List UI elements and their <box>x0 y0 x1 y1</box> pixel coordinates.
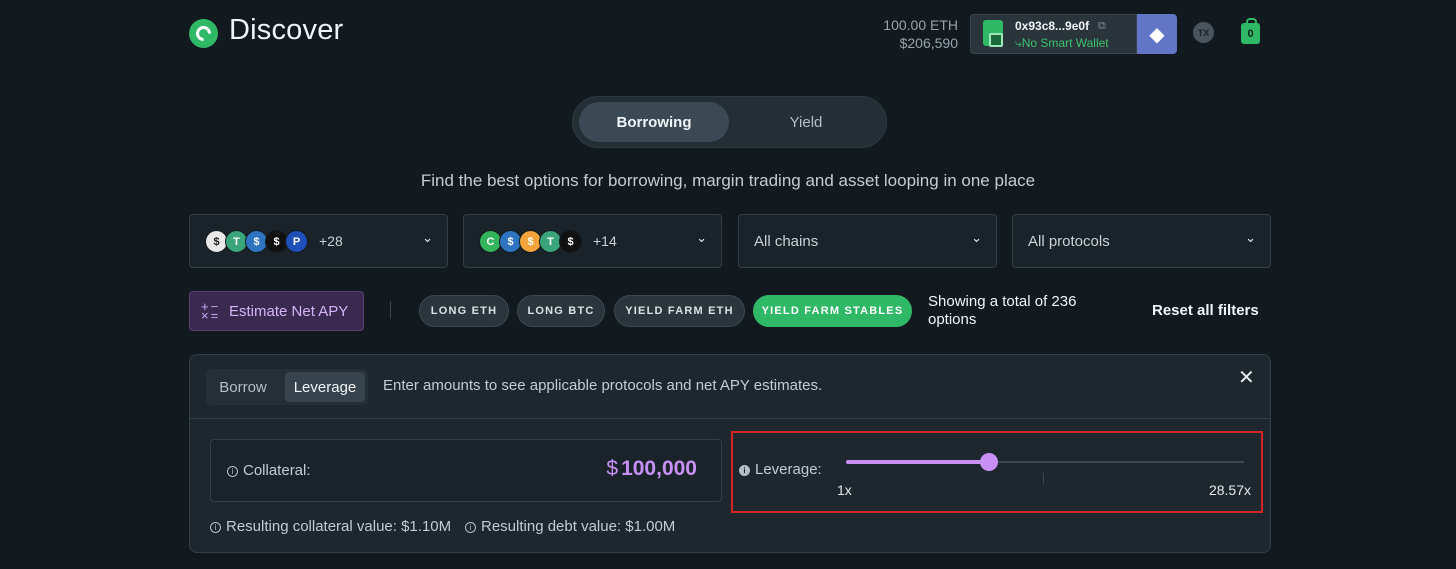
resulting-debt: i Resulting debt value: $1.00M <box>465 518 675 535</box>
info-icon: i <box>465 522 476 533</box>
chip-long-eth[interactable]: LONG ETH <box>419 295 509 327</box>
chevron-down-icon: ⌄ <box>1245 230 1256 245</box>
divider <box>390 301 391 319</box>
leverage-slider-section: i Leverage: 1x 28.57x <box>731 431 1263 513</box>
results-count: Showing a total of 236 options <box>928 293 1077 328</box>
chains-dropdown[interactable]: All chains ⌄ <box>738 214 997 268</box>
leverage-slider-fill <box>846 460 989 464</box>
collateral-token-count: +28 <box>319 233 343 249</box>
leverage-min-label: 1x <box>837 482 852 498</box>
protocols-dropdown[interactable]: All protocols ⌄ <box>1012 214 1271 268</box>
page-title: Discover <box>229 14 344 46</box>
collateral-amount: 100,000 <box>621 457 697 480</box>
chevron-down-icon: ⌄ <box>422 230 433 245</box>
balance-usd: $206,590 <box>899 35 958 51</box>
panel-divider <box>190 418 1270 419</box>
info-icon: i <box>739 465 750 476</box>
close-icon[interactable]: ✕ <box>1238 365 1255 390</box>
smart-wallet-status: ⤷No Smart Wallet <box>1015 36 1109 50</box>
resulting-debt-text: Resulting debt value: $1.00M <box>481 518 676 535</box>
leverage-slider-handle[interactable] <box>980 453 998 471</box>
debt-token-count: +14 <box>593 233 617 249</box>
slider-tick <box>1043 473 1044 484</box>
wallet-avatar-icon <box>983 20 1003 47</box>
wallet-button[interactable]: 0x93c8...9e0f ⧉ ⤷No Smart Wallet <box>970 14 1137 54</box>
net-apy-estimator-panel: Borrow Leverage Enter amounts to see app… <box>189 354 1271 553</box>
wallet-balance: 100.00 ETH $206,590 <box>883 16 958 52</box>
copy-address-icon[interactable]: ⧉ <box>1098 20 1106 33</box>
leverage-max-label: 28.57x <box>1208 482 1251 498</box>
chip-yield-farm-stables[interactable]: YIELD FARM STABLES <box>753 295 912 327</box>
balance-eth: 100.00 ETH <box>883 17 958 33</box>
debt-token-icons: C $ $ T $ <box>479 230 582 253</box>
info-icon: i <box>227 466 238 477</box>
transactions-icon[interactable]: TX <box>1193 22 1214 43</box>
wallet-address: 0x93c8...9e0f <box>1015 19 1090 33</box>
leverage-label-wrap: i Leverage: <box>739 461 822 478</box>
protocols-dropdown-value: All protocols <box>1028 233 1110 250</box>
resulting-collateral: i Resulting collateral value: $1.10M <box>210 518 451 535</box>
chains-dropdown-value: All chains <box>754 233 819 250</box>
dollar-black-token-icon: $ <box>559 230 582 253</box>
pyusd-token-icon: P <box>285 230 308 253</box>
shopping-bag-icon[interactable]: 0 <box>1241 18 1260 44</box>
estimate-net-apy-label: Estimate Net APY <box>229 303 349 320</box>
ethereum-network-icon[interactable]: ◆ <box>1137 14 1177 54</box>
collateral-input[interactable]: i Collateral: $100,000 <box>210 439 722 502</box>
page-subtitle: Find the best options for borrowing, mar… <box>420 171 1036 190</box>
borrow-leverage-toggle: Borrow Leverage <box>206 369 368 405</box>
calculator-icon: +− ×= <box>201 299 221 323</box>
collateral-label-wrap: i Collateral: <box>227 462 311 479</box>
estimate-net-apy-button[interactable]: +− ×= Estimate Net APY <box>189 291 364 331</box>
collateral-token-dropdown[interactable]: $ T $ $ P +28 ⌄ <box>189 214 448 268</box>
collateral-value: $100,000 <box>606 457 697 481</box>
collateral-token-icons: $ T $ $ P <box>205 230 308 253</box>
chevron-down-icon: ⌄ <box>696 230 707 245</box>
reset-filters-button[interactable]: Reset all filters <box>1152 302 1259 319</box>
currency-symbol: $ <box>606 457 619 480</box>
collateral-label: Collateral: <box>243 462 311 479</box>
info-icon: i <box>210 522 221 533</box>
leverage-label: Leverage: <box>755 461 822 478</box>
mode-toggle: Borrowing Yield <box>572 96 887 148</box>
debt-token-dropdown[interactable]: C $ $ T $ +14 ⌄ <box>463 214 722 268</box>
tab-borrow[interactable]: Borrow <box>208 372 278 402</box>
tab-borrowing[interactable]: Borrowing <box>579 102 729 142</box>
tab-leverage[interactable]: Leverage <box>285 372 365 402</box>
panel-hint: Enter amounts to see applicable protocol… <box>383 377 823 394</box>
chip-yield-farm-eth[interactable]: YIELD FARM ETH <box>614 295 745 327</box>
discover-logo-icon <box>189 19 218 48</box>
tab-yield[interactable]: Yield <box>731 102 881 142</box>
chevron-down-icon: ⌄ <box>971 230 982 245</box>
resulting-collateral-text: Resulting collateral value: $1.10M <box>226 518 452 535</box>
chip-long-btc[interactable]: LONG BTC <box>517 295 605 327</box>
